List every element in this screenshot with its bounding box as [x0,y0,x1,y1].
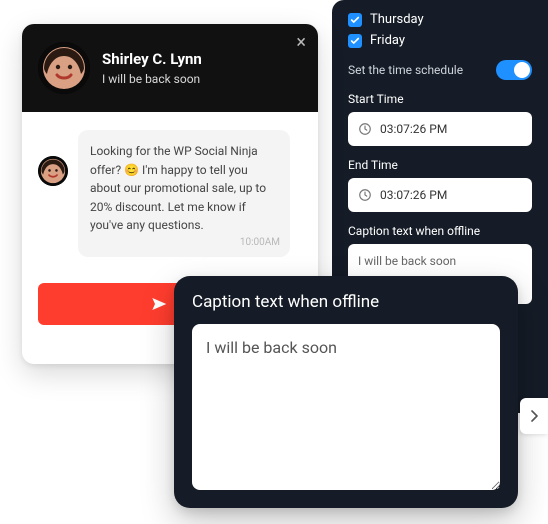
offline-caption-textarea[interactable] [192,324,500,490]
end-time-value: 03:07:26 PM [380,188,447,202]
agent-name: Shirley C. Lynn [102,50,202,68]
day-checkbox-friday[interactable]: Friday [348,33,532,48]
slide-handle[interactable] [520,398,548,434]
paper-plane-icon [151,296,167,312]
avatar [38,42,90,94]
clock-icon [358,122,372,136]
chevron-right-icon [530,410,538,422]
start-time-input[interactable]: 03:07:26 PM [348,112,532,146]
checkbox-icon [348,34,362,48]
offline-caption-label: Caption text when offline [348,224,532,238]
close-icon[interactable]: × [296,34,306,52]
offline-caption-title: Caption text when offline [192,292,500,312]
schedule-heading: Set the time schedule [348,63,463,77]
offline-caption-editor: Caption text when offline [174,276,518,508]
message-time: 10:00AM [240,235,280,251]
end-time-label: End Time [348,158,532,172]
agent-subline: I will be back soon [102,72,202,86]
day-checkbox-thursday[interactable]: Thursday [348,12,532,27]
chat-header: × Shirley C. Lynn I will be back soon [22,24,318,112]
start-time-label: Start Time [348,92,532,106]
day-label: Friday [370,33,405,48]
checkbox-icon [348,13,362,27]
clock-icon [358,188,372,202]
end-time-input[interactable]: 03:07:26 PM [348,178,532,212]
day-label: Thursday [370,12,424,27]
start-time-value: 03:07:26 PM [380,122,447,136]
message-text: Looking for the WP Social Ninja offer? 😊… [90,144,266,232]
message-row: Looking for the WP Social Ninja offer? 😊… [38,130,302,257]
schedule-toggle[interactable] [496,60,532,80]
avatar [38,156,68,186]
chat-body: Looking for the WP Social Ninja offer? 😊… [22,112,318,257]
message-bubble: Looking for the WP Social Ninja offer? 😊… [78,130,290,257]
